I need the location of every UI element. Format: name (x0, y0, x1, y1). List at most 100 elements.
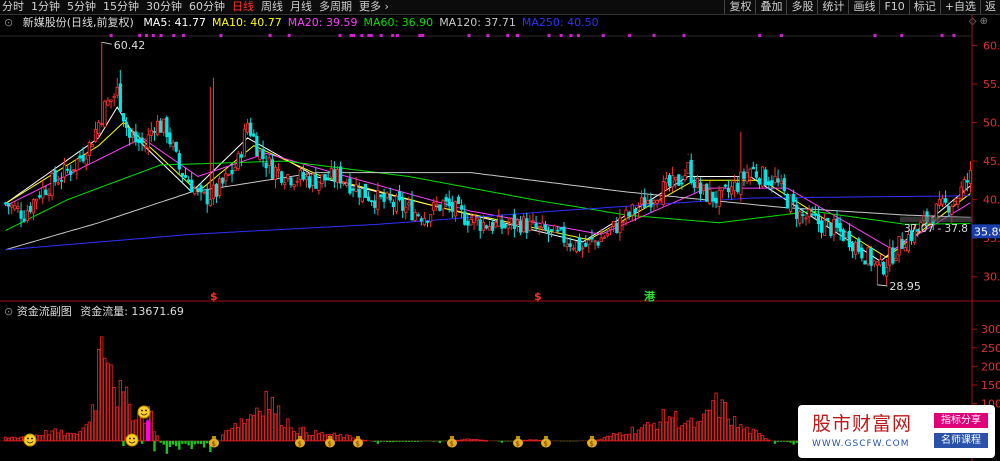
event-marker: 港 (644, 289, 656, 303)
y-tick-label: 55.0 (983, 78, 1000, 91)
flow-bar (760, 435, 765, 442)
candle-body (81, 154, 85, 162)
candle-body (255, 135, 259, 157)
flow-bar (683, 423, 687, 442)
flow-bar (636, 429, 641, 442)
candle-body (698, 182, 703, 194)
flow-bar (599, 438, 603, 442)
flow-bar (90, 404, 95, 442)
sub-toggle-icon[interactable]: ⊙ (4, 305, 13, 318)
candle-body (407, 202, 411, 206)
candle-body (106, 100, 110, 106)
signal-dot (338, 34, 342, 37)
candle-body (10, 204, 14, 208)
flow-bar (171, 440, 175, 445)
flow-bar (435, 440, 439, 442)
candle-body (639, 197, 644, 205)
flow-bar (497, 440, 501, 442)
candle-body (801, 214, 805, 216)
candle-body (643, 197, 647, 208)
candle-body (565, 243, 569, 247)
candle-body (860, 247, 864, 259)
signal-dot (349, 34, 353, 37)
signal-dot (547, 34, 551, 37)
flow-neg-bar (122, 440, 125, 447)
flow-bar (187, 440, 190, 446)
candle-body (466, 220, 470, 226)
svg-text:$: $ (590, 440, 594, 448)
candle-body (121, 113, 126, 122)
flow-bar (121, 391, 126, 442)
flow-bar (181, 440, 184, 444)
candle-body (404, 206, 408, 213)
flow-bar (78, 431, 82, 442)
candle-body (146, 134, 150, 149)
candle-body (199, 185, 203, 193)
candle-body (416, 214, 420, 217)
flow-bar (767, 439, 771, 442)
candle-body (320, 174, 324, 184)
low-annotation: 28.95 (889, 280, 921, 293)
candle-body (50, 173, 54, 197)
candle-body (159, 120, 163, 133)
candle-body (31, 199, 36, 214)
candle-body (695, 177, 700, 189)
flow-bar (786, 440, 789, 443)
flow-bar (602, 437, 606, 442)
candle-body (543, 224, 547, 231)
candle-body (93, 129, 98, 142)
event-marker: $ (210, 290, 218, 303)
flow-bar (503, 440, 507, 442)
signal-dot (576, 34, 580, 37)
candle-body (376, 190, 380, 210)
low-annotation-line (877, 284, 888, 287)
signal-dot (952, 34, 956, 37)
money-bag-icon: $ (295, 436, 305, 448)
candle-body (500, 219, 504, 229)
candle-body (816, 213, 821, 225)
flow-bar (605, 435, 610, 442)
flow-bar (245, 418, 250, 442)
flow-bar (184, 440, 187, 444)
candle-body (649, 199, 653, 208)
flow-bar (389, 440, 392, 443)
signal-dot (516, 34, 520, 37)
candle-body (881, 261, 886, 275)
flow-bar (736, 427, 740, 442)
signal-dot (873, 34, 877, 37)
candle-body (78, 155, 82, 159)
candle-body (537, 225, 541, 228)
flow-bar (252, 415, 256, 442)
candle-body (506, 224, 510, 229)
candle-body (602, 236, 606, 239)
candle-body (143, 146, 147, 149)
candle-body (162, 118, 166, 133)
flow-bar (41, 435, 45, 442)
flow-bar (118, 379, 122, 442)
candle-body (776, 178, 780, 183)
candle-body (289, 177, 293, 186)
candle-body (438, 204, 442, 211)
candle-body (171, 142, 175, 148)
candle-body (891, 247, 895, 264)
candle-body (152, 130, 157, 133)
flow-bar (733, 416, 737, 442)
candle-body (795, 204, 799, 219)
candle-body (829, 222, 833, 237)
price-chart[interactable]: 60.055.050.045.040.035.030.0300250200150… (0, 0, 1000, 461)
candle-body (329, 168, 333, 178)
candle-body (165, 117, 169, 137)
candle-body (348, 178, 352, 194)
signal-dot (779, 34, 783, 37)
candle-body (826, 217, 830, 222)
flow-bar (65, 432, 70, 442)
watermark-badge-course: 名师课程 (934, 433, 988, 448)
flow-bar (701, 413, 706, 442)
flow-bar (304, 432, 309, 442)
candle-body (410, 199, 414, 221)
flow-bar (342, 436, 346, 442)
flow-bar (779, 440, 783, 442)
signal-dot (758, 34, 762, 37)
candle-body (863, 260, 867, 265)
flow-bar (13, 436, 17, 442)
